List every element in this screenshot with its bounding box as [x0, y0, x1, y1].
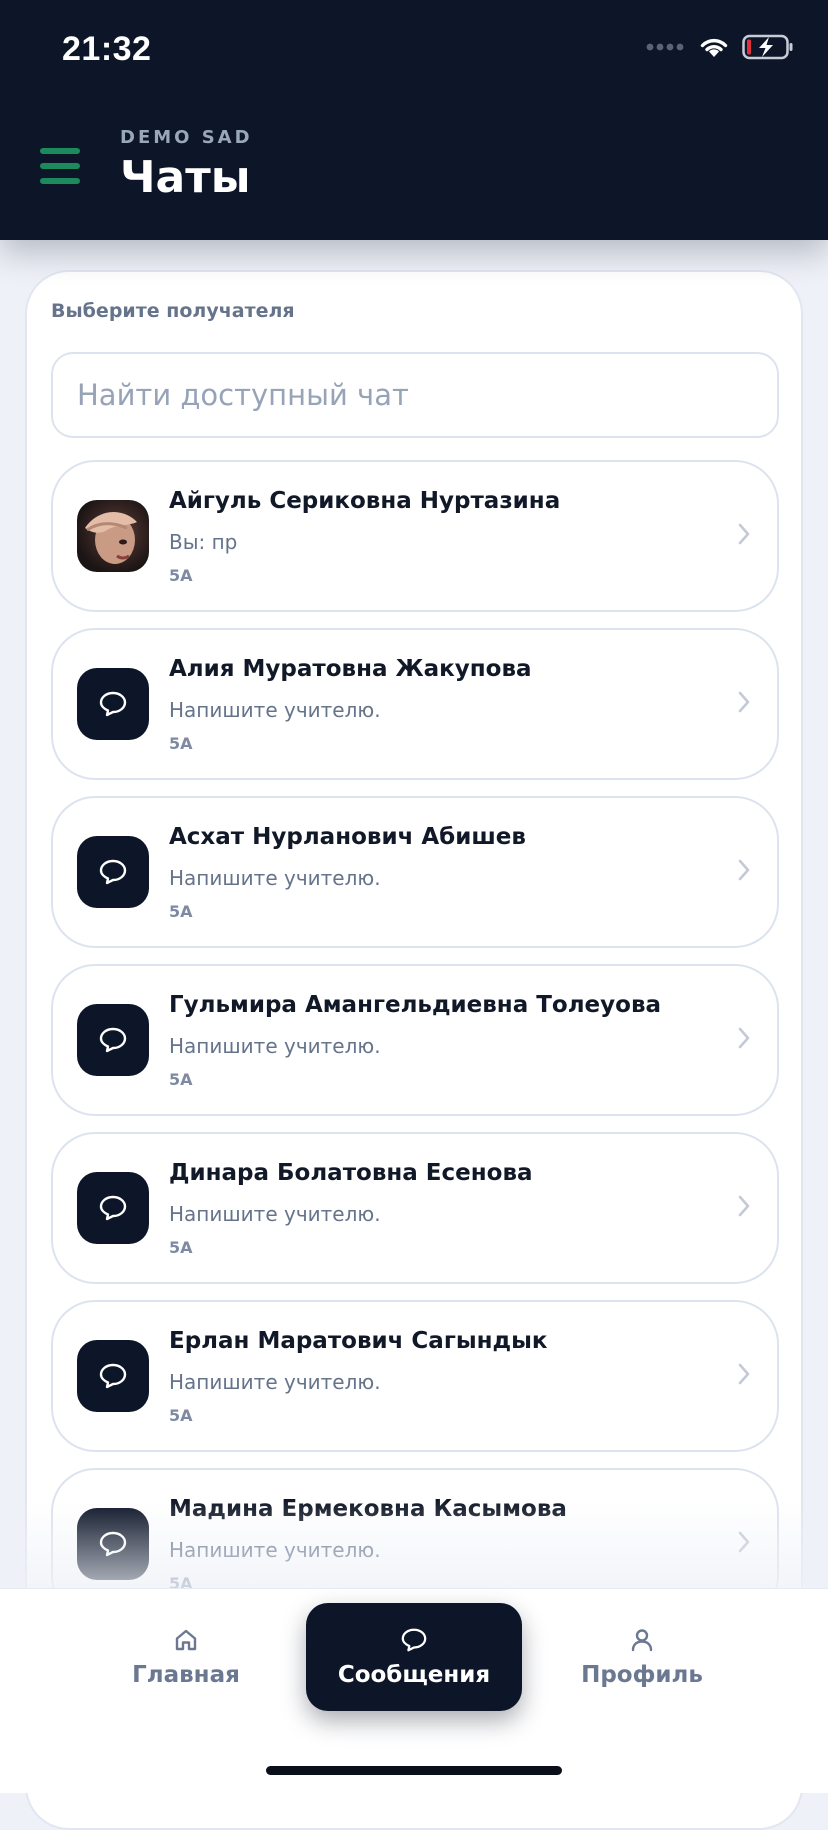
page-title: Чаты: [120, 152, 251, 203]
tab-home-label: Главная: [132, 1662, 240, 1688]
chat-class-group: 5А: [169, 734, 193, 753]
chat-avatar: [77, 668, 149, 740]
organization-name: DEMO SAD: [120, 127, 253, 148]
menu-bar: [40, 178, 80, 184]
chevron-right-icon: [738, 1195, 750, 1217]
chat-list: Айгуль Сериковна Нуртазина Вы: пр 5А Али…: [51, 460, 779, 1636]
status-icons: [646, 34, 794, 60]
chat-class-group: 5А: [169, 902, 193, 921]
tab-messages[interactable]: Сообщения: [306, 1603, 522, 1711]
chat-last-message: Вы: пр: [169, 530, 238, 554]
avatar-photo: [77, 500, 149, 572]
chat-avatar: [77, 1004, 149, 1076]
chat-bubble-icon: [99, 1195, 127, 1221]
chat-bubble-icon: [99, 1531, 127, 1557]
avatar-image: [85, 511, 137, 564]
app-header: 21:32 DEMO SAD Чаты: [0, 0, 828, 240]
recipient-label: Выберите получателя: [51, 300, 295, 322]
chat-bubble-icon: [99, 1363, 127, 1389]
tab-messages-label: Сообщения: [337, 1662, 491, 1688]
chat-bubble-icon: [99, 1027, 127, 1053]
chat-last-message: Напишите учителю.: [169, 698, 381, 722]
chat-last-message: Напишите учителю.: [169, 1370, 381, 1394]
chat-contact-name: Асхат Нурланович Абишев: [169, 824, 526, 850]
chat-bubble-icon: [99, 691, 127, 717]
chat-class-group: 5А: [169, 566, 193, 585]
chat-contact-name: Динара Болатовна Есенова: [169, 1160, 533, 1186]
chevron-right-icon: [738, 523, 750, 545]
tab-profile[interactable]: Профиль: [534, 1603, 750, 1711]
chat-list-item[interactable]: Динара Болатовна Есенова Напишите учител…: [51, 1132, 779, 1284]
tab-profile-label: Профиль: [581, 1662, 703, 1688]
status-time: 21:32: [62, 30, 152, 68]
chat-contact-name: Мадина Ермековна Касымова: [169, 1496, 567, 1522]
home-indicator: [266, 1766, 562, 1775]
menu-bar: [40, 148, 80, 154]
home-icon: [175, 1629, 197, 1651]
wifi-icon: [700, 38, 728, 57]
chat-contact-name: Гульмира Амангельдиевна Толеуова: [169, 992, 662, 1018]
chevron-right-icon: [738, 859, 750, 881]
chat-class-group: 5А: [169, 1406, 193, 1425]
chevron-right-icon: [738, 691, 750, 713]
chat-list-item[interactable]: Ерлан Маратович Сагындык Напишите учител…: [51, 1300, 779, 1452]
bottom-tab-bar: Главная Сообщения Профиль: [0, 1588, 828, 1793]
chat-avatar: [77, 836, 149, 908]
chat-avatar: [77, 1340, 149, 1412]
chat-list-item[interactable]: Асхат Нурланович Абишев Напишите учителю…: [51, 796, 779, 948]
chat-last-message: Напишите учителю.: [169, 1034, 381, 1058]
chat-list-item[interactable]: Гульмира Амангельдиевна Толеуова Напишит…: [51, 964, 779, 1116]
user-icon: [631, 1629, 653, 1652]
chat-class-group: 5А: [169, 1238, 193, 1257]
chevron-right-icon: [738, 1363, 750, 1385]
chat-contact-name: Ерлан Маратович Сагындык: [169, 1328, 548, 1354]
tab-home[interactable]: Главная: [78, 1603, 294, 1711]
chat-bubble-icon: [401, 1628, 427, 1652]
chat-list-item[interactable]: Алия Муратовна Жакупова Напишите учителю…: [51, 628, 779, 780]
chat-contact-name: Айгуль Сериковна Нуртазина: [169, 488, 561, 514]
chat-avatar: [77, 1508, 149, 1580]
cellular-signal-icon: [646, 43, 684, 51]
chevron-right-icon: [738, 1531, 750, 1553]
chat-class-group: 5А: [169, 1070, 193, 1089]
chat-search-input[interactable]: [51, 352, 779, 438]
chat-avatar: [77, 1172, 149, 1244]
menu-button[interactable]: [40, 148, 80, 188]
menu-bar: [40, 163, 80, 169]
chat-bubble-icon: [99, 859, 127, 885]
chat-last-message: Напишите учителю.: [169, 1202, 381, 1226]
chevron-right-icon: [738, 1027, 750, 1049]
chat-list-item[interactable]: Айгуль Сериковна Нуртазина Вы: пр 5А: [51, 460, 779, 612]
battery-charging-icon: [742, 34, 793, 60]
chat-last-message: Напишите учителю.: [169, 1538, 381, 1562]
chat-last-message: Напишите учителю.: [169, 866, 381, 890]
chat-contact-name: Алия Муратовна Жакупова: [169, 656, 532, 682]
